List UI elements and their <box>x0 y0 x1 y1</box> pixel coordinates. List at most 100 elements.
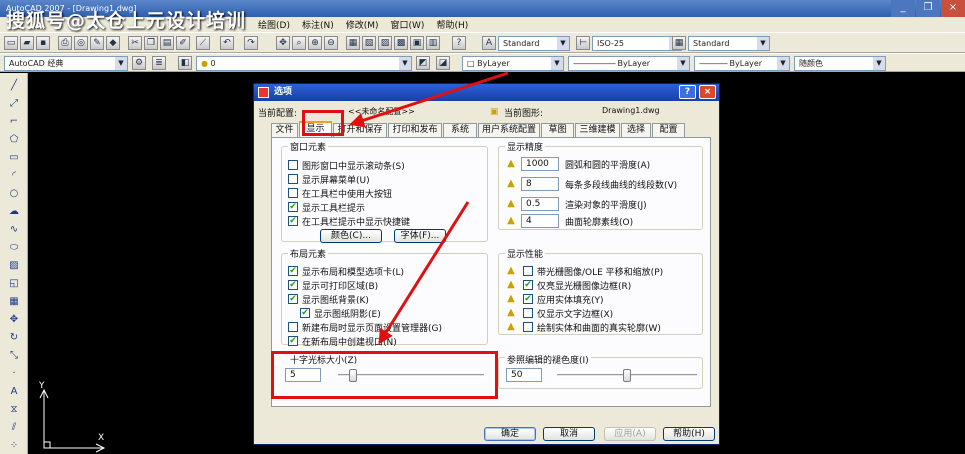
tab-selection[interactable]: 选择 <box>621 123 651 137</box>
revision-cloud-icon[interactable]: ☁ <box>7 205 21 219</box>
apply-button[interactable]: 应用(A) <box>604 427 656 441</box>
markup-icon[interactable]: ▣ <box>410 36 424 50</box>
pan-icon[interactable]: ✥ <box>276 36 290 50</box>
line-icon[interactable]: ╱ <box>7 79 21 93</box>
dim-style-icon[interactable]: ⊢ <box>576 36 590 50</box>
properties-icon[interactable]: ▦ <box>346 36 360 50</box>
dim-style-select[interactable]: ISO-25▼ <box>592 36 682 51</box>
shortcut-in-tooltips-option[interactable]: ✔ 在工具栏提示中显示快捷键 <box>288 215 410 228</box>
match-properties-icon[interactable]: ✐ <box>176 36 190 50</box>
show-scrollbars-option[interactable]: 图形窗口中显示滚动条(S) <box>288 159 405 172</box>
tab-drafting[interactable]: 草图 <box>541 123 574 137</box>
undo-icon[interactable]: ↶ <box>220 36 234 50</box>
spline-icon[interactable]: ∿ <box>7 223 21 237</box>
tab-system[interactable]: 系统 <box>443 123 477 137</box>
ok-button[interactable]: 确定 <box>484 427 536 441</box>
menu-modify[interactable]: 修改(M) <box>346 18 379 31</box>
fonts-button[interactable]: 字体(F)... <box>394 229 446 243</box>
paper-shadow-option[interactable]: ✔ 显示图纸阴影(E) <box>300 307 381 320</box>
render-smoothness-input[interactable]: 0.5 <box>521 197 559 211</box>
arc-smoothness-input[interactable]: 1000 <box>521 157 559 171</box>
context-help-button[interactable]: ? <box>679 85 696 99</box>
quickcalc-icon[interactable]: ▥ <box>426 36 440 50</box>
workspace-select[interactable]: AutoCAD 经典 ▼ <box>4 56 128 71</box>
mirror-icon[interactable]: ⧖ <box>7 403 21 417</box>
sheet-set-icon[interactable]: ▩ <box>394 36 408 50</box>
checkbox[interactable] <box>288 160 298 170</box>
plot-style-select[interactable]: 随颜色 ▼ <box>794 56 886 71</box>
arc-icon[interactable]: ◜ <box>7 169 21 183</box>
cancel-button[interactable]: 取消 <box>543 427 595 441</box>
checkbox[interactable]: ✔ <box>523 280 533 290</box>
checkbox[interactable]: ✔ <box>288 336 298 346</box>
help-button[interactable]: 帮助(H) <box>663 427 715 441</box>
tab-user-preferences[interactable]: 用户系统配置 <box>478 123 540 137</box>
dialog-close-button[interactable]: × <box>699 85 716 99</box>
tab-profiles[interactable]: 配置 <box>652 123 685 137</box>
paper-background-option[interactable]: ✔ 显示图纸背景(K) <box>288 293 369 306</box>
design-center-icon[interactable]: ▧ <box>362 36 376 50</box>
move-icon[interactable]: ✥ <box>7 313 21 327</box>
block-editor-icon[interactable]: ⟋ <box>196 36 210 50</box>
publish-icon[interactable]: ✎ <box>90 36 104 50</box>
highlight-raster-frame-option[interactable]: ✔ 仅亮显光栅图像边框(R) <box>523 279 631 292</box>
menu-help[interactable]: 帮助(H) <box>436 18 468 31</box>
tab-files[interactable]: 文件 <box>271 123 298 137</box>
offset-icon[interactable]: ⫽ <box>7 421 21 435</box>
checkbox[interactable] <box>523 322 533 332</box>
true-silhouettes-option[interactable]: 绘制实体和曲面的真实轮廓(W) <box>523 321 661 334</box>
checkbox[interactable]: ✔ <box>288 280 298 290</box>
polyline-segments-input[interactable]: 8 <box>521 177 559 191</box>
rotate-icon[interactable]: ↻ <box>7 331 21 345</box>
contour-lines-input[interactable]: 4 <box>521 214 559 228</box>
checkbox[interactable]: ✔ <box>288 216 298 226</box>
table-style-icon[interactable]: ▦ <box>672 36 686 50</box>
checkbox[interactable]: ✔ <box>523 294 533 304</box>
workspace-settings-icon[interactable]: ⚙ <box>132 56 146 70</box>
checkbox[interactable] <box>288 174 298 184</box>
paste-icon[interactable]: ▤ <box>160 36 174 50</box>
checkbox[interactable] <box>288 322 298 332</box>
circle-icon[interactable]: ○ <box>7 187 21 201</box>
checkbox[interactable] <box>523 308 533 318</box>
ellipse-icon[interactable]: ⬭ <box>7 241 21 255</box>
new-file-icon[interactable]: ▭ <box>4 36 18 50</box>
region-icon[interactable]: ◱ <box>7 277 21 291</box>
open-file-icon[interactable]: ▰ <box>20 36 34 50</box>
close-window-button[interactable]: × <box>941 0 965 17</box>
3d-dwf-icon[interactable]: ◆ <box>106 36 120 50</box>
text-frame-only-option[interactable]: 仅显示文字边框(X) <box>523 307 613 320</box>
table-style-select[interactable]: Standard ▼ <box>688 36 770 51</box>
colors-button[interactable]: 颜色(C)... <box>320 229 382 243</box>
page-setup-manager-option[interactable]: 新建布局时显示页面设置管理器(G) <box>288 321 442 334</box>
cut-icon[interactable]: ✂ <box>128 36 142 50</box>
checkbox[interactable] <box>523 266 533 276</box>
text-style-icon[interactable]: A <box>482 36 496 50</box>
checkbox[interactable]: ✔ <box>288 266 298 276</box>
checkbox[interactable]: ✔ <box>288 294 298 304</box>
zoom-realtime-icon[interactable]: ⌕ <box>292 36 306 50</box>
table-icon[interactable]: ▦ <box>7 295 21 309</box>
rectangle-icon[interactable]: ▭ <box>7 151 21 165</box>
color-select[interactable]: □ ByLayer ▼ <box>462 56 564 71</box>
scale-icon[interactable]: ⤡ <box>7 349 21 363</box>
checkbox[interactable] <box>288 188 298 198</box>
help-icon[interactable]: ? <box>452 36 466 50</box>
minimize-button[interactable]: _ <box>891 0 915 17</box>
restore-button[interactable]: ❐ <box>916 0 940 17</box>
redo-icon[interactable]: ↷ <box>244 36 258 50</box>
create-viewport-option[interactable]: ✔ 在新布局中创建视口(N) <box>288 335 397 348</box>
raster-pan-zoom-option[interactable]: 带光栅图像/OLE 平移和缩放(P) <box>523 265 663 278</box>
layer-manager-icon[interactable]: ≣ <box>152 56 166 70</box>
layer-previous-icon[interactable]: ◪ <box>436 56 450 70</box>
construction-line-icon[interactable]: ⤢ <box>7 97 21 111</box>
show-screen-menu-option[interactable]: 显示屏幕菜单(U) <box>288 173 370 186</box>
xref-slider-thumb[interactable] <box>623 369 631 382</box>
layer-select[interactable]: ● 0 ▼ <box>196 56 412 71</box>
polygon-icon[interactable]: ⬠ <box>7 133 21 147</box>
xref-fade-input[interactable]: 50 <box>506 368 542 382</box>
point-icon[interactable]: · <box>7 367 21 381</box>
text-style-select[interactable]: Standard ▼ <box>498 36 570 51</box>
tab-3d-modeling[interactable]: 三维建模 <box>575 123 620 137</box>
copy-icon[interactable]: ❐ <box>144 36 158 50</box>
